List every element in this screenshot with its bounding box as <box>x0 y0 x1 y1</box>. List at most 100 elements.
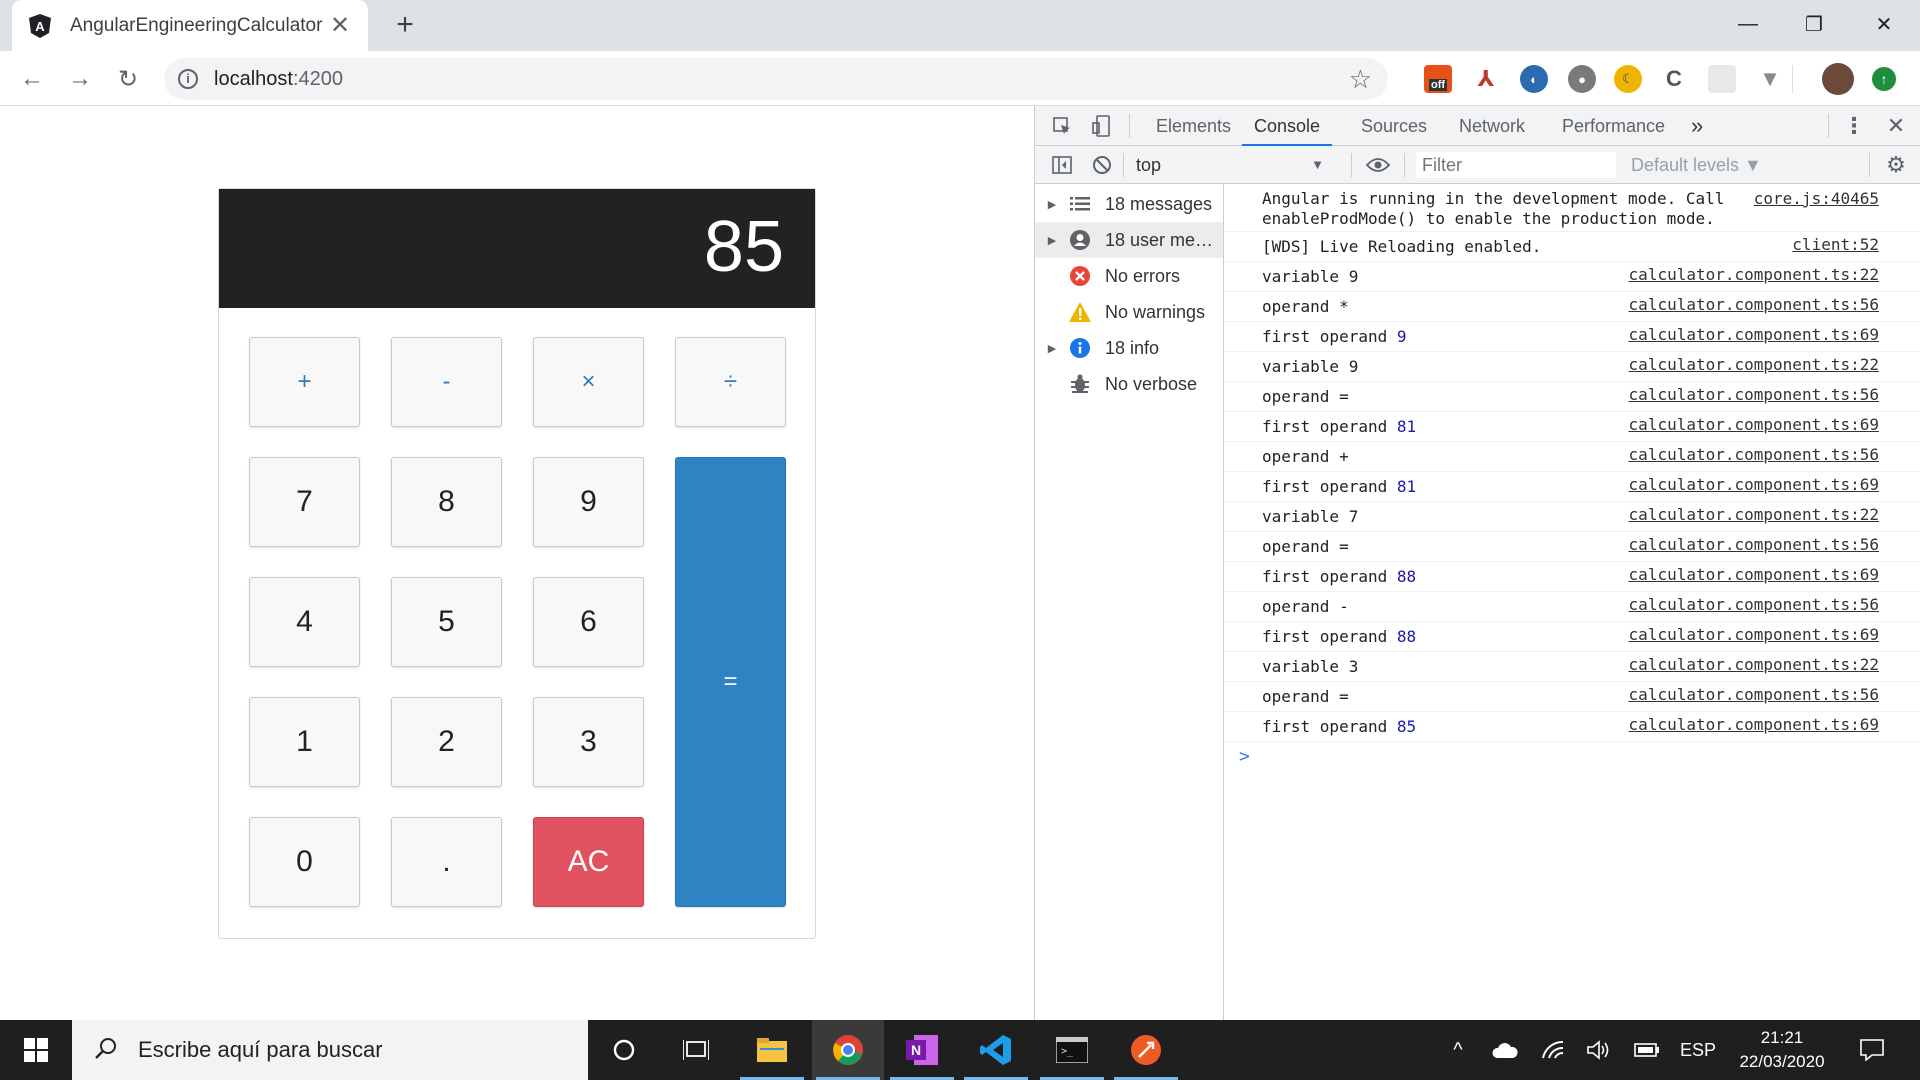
site-info-icon[interactable]: i <box>178 69 198 89</box>
moon-icon[interactable]: ☾ <box>1614 65 1642 93</box>
source-link[interactable]: calculator.component.ts:69 <box>1629 475 1879 494</box>
browser-tab[interactable]: A AngularEngineeringCalculator ✕ <box>12 0 368 51</box>
address-bar[interactable]: i localhost:4200 ☆ <box>164 58 1388 100</box>
taskbar-search[interactable]: Escribe aquí para buscar <box>72 1020 588 1080</box>
key-divide[interactable]: ÷ <box>675 337 786 427</box>
tab-sources[interactable]: Sources <box>1361 106 1427 146</box>
source-link[interactable]: calculator.component.ts:69 <box>1629 715 1879 734</box>
onedrive-icon[interactable] <box>1490 1020 1520 1080</box>
key-4[interactable]: 4 <box>249 577 360 667</box>
filter-input[interactable] <box>1416 152 1616 178</box>
windows-start-icon[interactable] <box>0 1020 72 1080</box>
source-link[interactable]: calculator.component.ts:69 <box>1629 325 1879 344</box>
sidebar-item-warnings[interactable]: No warnings <box>1035 294 1223 330</box>
source-link[interactable]: calculator.component.ts:56 <box>1629 445 1879 464</box>
source-link[interactable]: calculator.component.ts:22 <box>1629 355 1879 374</box>
source-link[interactable]: calculator.component.ts:22 <box>1629 265 1879 284</box>
new-tab-icon[interactable]: + <box>390 10 420 40</box>
key-multiply[interactable]: × <box>533 337 644 427</box>
tab-elements[interactable]: Elements <box>1156 106 1231 146</box>
source-link[interactable]: calculator.component.ts:22 <box>1629 505 1879 524</box>
sidebar-item-info[interactable]: ▶ 18 info <box>1035 330 1223 366</box>
kebab-menu-icon[interactable]: ⋮ <box>1841 113 1867 138</box>
vee-icon[interactable]: ▼ <box>1756 65 1784 93</box>
postman-icon[interactable] <box>1110 1020 1182 1080</box>
profile-avatar[interactable] <box>1822 63 1854 95</box>
sidebar-item-errors[interactable]: No errors <box>1035 258 1223 294</box>
devtools-close-icon[interactable]: ✕ <box>1883 113 1909 138</box>
battery-icon[interactable] <box>1632 1020 1662 1080</box>
key-3[interactable]: 3 <box>533 697 644 787</box>
source-link[interactable]: client:52 <box>1792 235 1879 254</box>
cortana-icon[interactable] <box>588 1020 660 1080</box>
key-6[interactable]: 6 <box>533 577 644 667</box>
key-0[interactable]: 0 <box>249 817 360 907</box>
source-link[interactable]: calculator.component.ts:56 <box>1629 385 1879 404</box>
adblock-off-icon[interactable]: off <box>1424 65 1452 93</box>
forward-icon[interactable]: → <box>64 63 96 95</box>
source-link[interactable]: calculator.component.ts:56 <box>1629 535 1879 554</box>
expand-arrow-icon[interactable]: ▶ <box>1035 342 1069 355</box>
expand-arrow-icon[interactable]: ▶ <box>1035 234 1069 247</box>
key-8[interactable]: 8 <box>391 457 502 547</box>
tab-close-icon[interactable]: ✕ <box>328 13 352 38</box>
window-close-icon[interactable]: ✕ <box>1856 6 1912 42</box>
tomato-icon[interactable]: ● <box>1568 65 1596 93</box>
c-icon[interactable]: C <box>1660 65 1688 93</box>
key-9[interactable]: 9 <box>533 457 644 547</box>
key-minus[interactable]: - <box>391 337 502 427</box>
sidebar-toggle-icon[interactable] <box>1049 153 1075 177</box>
tab-performance[interactable]: Performance <box>1562 106 1665 146</box>
reload-icon[interactable]: ↻ <box>112 63 144 95</box>
device-toolbar-icon[interactable] <box>1089 114 1115 138</box>
chevron-up-icon[interactable]: ^ <box>1444 1020 1472 1080</box>
file-explorer-icon[interactable] <box>736 1020 808 1080</box>
tab-network[interactable]: Network <box>1459 106 1525 146</box>
pdf-icon[interactable]: ⅄ <box>1472 65 1500 93</box>
wifi-icon[interactable] <box>1538 1020 1568 1080</box>
key-5[interactable]: 5 <box>391 577 502 667</box>
key-equals[interactable]: = <box>675 457 786 907</box>
restore-icon[interactable]: ❐ <box>1786 6 1842 42</box>
key-7[interactable]: 7 <box>249 457 360 547</box>
clear-console-icon[interactable] <box>1089 153 1115 177</box>
back-icon[interactable]: ← <box>16 63 48 95</box>
source-link[interactable]: calculator.component.ts:69 <box>1629 565 1879 584</box>
sidebar-item-messages[interactable]: ▶ 18 messages <box>1035 186 1223 222</box>
notifications-icon[interactable] <box>1852 1020 1892 1080</box>
source-link[interactable]: calculator.component.ts:69 <box>1629 415 1879 434</box>
system-clock[interactable]: 21:21 22/03/2020 <box>1730 1026 1834 1074</box>
key-clear[interactable]: AC <box>533 817 644 907</box>
opera-icon[interactable]: ◐ <box>1520 65 1548 93</box>
expand-arrow-icon[interactable]: ▶ <box>1035 198 1069 211</box>
key-plus[interactable]: + <box>249 337 360 427</box>
blank-extension-icon[interactable] <box>1708 65 1736 93</box>
key-decimal[interactable]: . <box>391 817 502 907</box>
terminal-icon[interactable]: >_ <box>1036 1020 1108 1080</box>
source-link[interactable]: calculator.component.ts:56 <box>1629 685 1879 704</box>
minimize-icon[interactable]: — <box>1720 6 1776 42</box>
more-tabs-icon[interactable]: » <box>1691 106 1703 146</box>
vscode-icon[interactable] <box>960 1020 1032 1080</box>
source-link[interactable]: calculator.component.ts:69 <box>1629 625 1879 644</box>
source-link[interactable]: calculator.component.ts:22 <box>1629 655 1879 674</box>
log-levels-dropdown[interactable]: Default levels ▼ <box>1631 146 1762 184</box>
sidebar-item-verbose[interactable]: No verbose <box>1035 366 1223 402</box>
tab-console[interactable]: Console <box>1242 106 1333 146</box>
source-link[interactable]: calculator.component.ts:56 <box>1629 295 1879 314</box>
onenote-icon[interactable]: N <box>886 1020 958 1080</box>
inspect-element-icon[interactable] <box>1049 114 1075 138</box>
eye-icon[interactable] <box>1365 153 1391 177</box>
console-prompt[interactable]: > <box>1239 746 1250 767</box>
key-2[interactable]: 2 <box>391 697 502 787</box>
source-link[interactable]: calculator.component.ts:56 <box>1629 595 1879 614</box>
chrome-icon[interactable] <box>812 1020 884 1080</box>
bookmark-star-icon[interactable]: ☆ <box>1349 64 1372 95</box>
volume-icon[interactable] <box>1584 1020 1614 1080</box>
key-1[interactable]: 1 <box>249 697 360 787</box>
sidebar-item-user-messages[interactable]: ▶ 18 user mes... <box>1035 222 1223 258</box>
source-link[interactable]: core.js:40465 <box>1754 189 1879 208</box>
update-arrow-icon[interactable]: ↑ <box>1872 67 1896 91</box>
task-view-icon[interactable] <box>660 1020 732 1080</box>
context-selector[interactable]: top ▼ <box>1136 146 1336 184</box>
